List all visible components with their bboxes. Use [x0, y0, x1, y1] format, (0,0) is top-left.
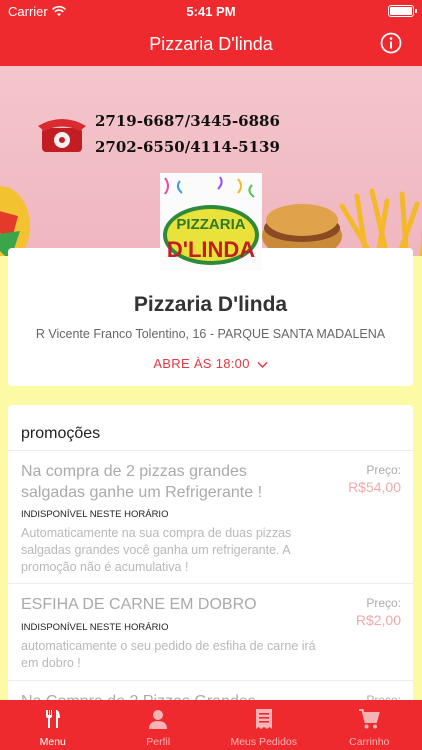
tab-bar: Menu Perfil Meus Pedidos Carrinho: [0, 700, 422, 750]
phone-line-1: 2719-6687/3445-6886: [95, 112, 280, 130]
info-icon[interactable]: [380, 32, 402, 54]
logo-text-2: D'LINDA: [167, 237, 255, 262]
promo-item[interactable]: Na compra de 2 pizzas grandes salgadas g…: [8, 450, 413, 583]
clock: 5:41 PM: [186, 4, 236, 19]
promo-title: ESFIHA DE CARNE EM DOBRO: [21, 596, 257, 613]
price-value: R$2,00: [355, 612, 401, 628]
food-decoration-right: [262, 188, 422, 256]
opening-hours-toggle[interactable]: ABRE ÀS 18:00: [8, 356, 413, 371]
promo-item[interactable]: ESFIHA DE CARNE EM DOBRO INDISPONÍVEL NE…: [8, 583, 413, 680]
battery-icon: [388, 5, 417, 17]
fork-knife-icon: [45, 710, 60, 728]
restaurant-logo: PIZZARIA D'LINDA: [160, 173, 262, 271]
nav-title: Pizzaria D'linda: [149, 34, 273, 54]
navigation-bar: Pizzaria D'linda: [0, 22, 422, 66]
phone-numbers: 2719-6687/3445-6886 2702-6550/4114-5139: [95, 108, 280, 160]
person-icon: [149, 710, 168, 729]
cart-icon: [359, 709, 381, 729]
promo-description: Automaticamente na sua compra de duas pi…: [21, 526, 292, 574]
phone-line-2: 2702-6550/4114-5139: [95, 138, 280, 156]
unavailable-label: INDISPONÍVEL NESTE HORÁRIO: [21, 622, 169, 633]
tab-label: Perfil: [146, 736, 171, 748]
promotions-card: promoções Na compra de 2 pizzas grandes …: [8, 405, 413, 705]
restaurant-address: R Vicente Franco Tolentino, 16 - PARQUE …: [35, 327, 386, 341]
promotions-title: promoções: [21, 425, 101, 442]
tab-carrinho[interactable]: Carrinho: [317, 700, 422, 750]
status-bar: Carrier 5:41 PM: [0, 0, 422, 22]
opening-hours-label: ABRE ÀS 18:00: [153, 356, 250, 371]
price-value: R$54,00: [348, 479, 401, 495]
tab-label: Menu: [39, 736, 66, 748]
chevron-down-icon: [257, 361, 268, 368]
promo-description: automaticamente o seu pedido de esfiha d…: [21, 639, 316, 670]
tab-label: Carrinho: [349, 736, 390, 748]
logo-text-1: PIZZARIA: [176, 216, 245, 233]
price-label: Preço:: [366, 463, 401, 477]
promo-title: Na compra de 2 pizzas grandes salgadas g…: [21, 463, 263, 501]
receipt-icon: [255, 709, 272, 729]
restaurant-name: Pizzaria D'linda: [133, 293, 288, 316]
logo-image: PIZZARIA D'LINDA: [160, 173, 262, 271]
telephone-icon: [38, 119, 86, 152]
price-label: Preço:: [366, 596, 401, 610]
food-decoration-left: [0, 186, 30, 256]
tab-label: Meus Pedidos: [230, 736, 298, 748]
tab-perfil[interactable]: Perfil: [106, 700, 212, 750]
unavailable-label: INDISPONÍVEL NESTE HORÁRIO: [21, 509, 169, 520]
tab-meus-pedidos[interactable]: Meus Pedidos: [211, 700, 317, 750]
tab-menu[interactable]: Menu: [0, 700, 106, 750]
